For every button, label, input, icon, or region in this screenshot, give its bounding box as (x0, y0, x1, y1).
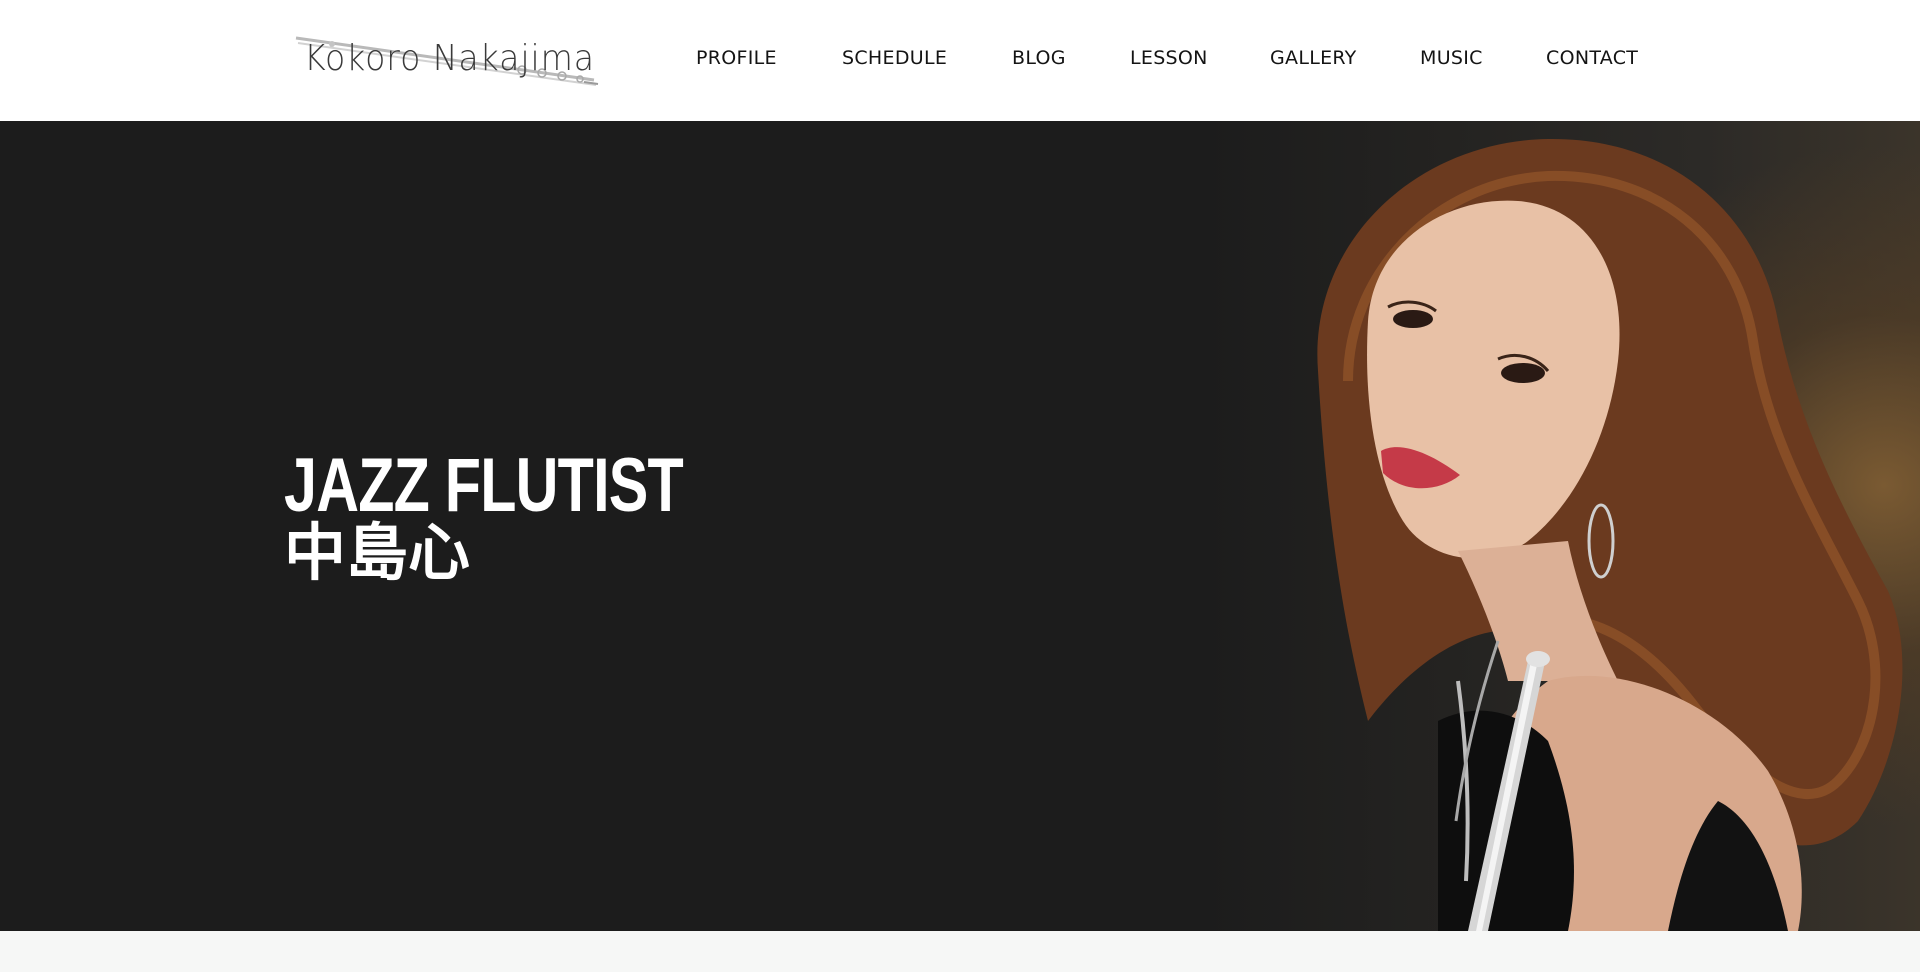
nav-item-lesson[interactable]: LESSON (1130, 47, 1208, 69)
nav-item-gallery[interactable]: GALLERY (1270, 47, 1357, 69)
main-nav: PROFILE SCHEDULE BLOG LESSON GALLERY MUS… (0, 0, 1920, 121)
hero-title-japanese: 中島心 (284, 516, 471, 589)
portrait-illustration (1317, 138, 1903, 931)
nav-item-music[interactable]: MUSIC (1420, 47, 1483, 69)
nav-item-blog[interactable]: BLOG (1012, 47, 1066, 69)
site-header: Kokoro Nakajima PROFILE SCHEDULE BLOG LE… (0, 0, 1920, 121)
hero-section: JAZZ FLUTIST 中島心 (0, 121, 1920, 931)
portrait-photo (1198, 121, 1920, 931)
nav-item-schedule[interactable]: SCHEDULE (842, 47, 947, 69)
hero-title: JAZZ FLUTIST 中島心 (284, 448, 796, 584)
nav-item-profile[interactable]: PROFILE (696, 47, 777, 69)
nav-item-contact[interactable]: CONTACT (1546, 47, 1638, 69)
hero-title-english: JAZZ FLUTIST (284, 443, 684, 528)
content-section-top (0, 931, 1920, 972)
